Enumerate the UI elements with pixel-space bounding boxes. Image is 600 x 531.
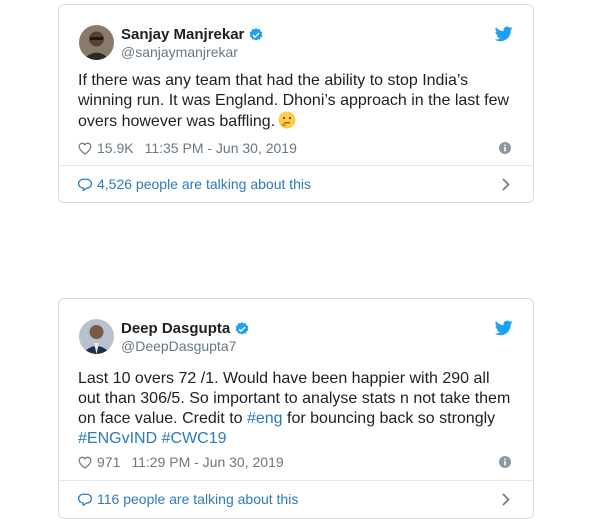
talking-count[interactable]: 116 people are talking about this <box>97 491 298 507</box>
twitter-bird-icon[interactable] <box>495 320 513 336</box>
hashtag-link[interactable]: #eng <box>247 410 283 427</box>
twitter-bird-icon[interactable] <box>495 26 513 42</box>
like-count[interactable]: 15.9K <box>97 140 134 156</box>
timestamp[interactable]: 11:35 PM - Jun 30, 2019 <box>145 140 297 156</box>
divider <box>59 480 533 481</box>
tweet-header: Sanjay Manjrekar @sanjaymanjrekar <box>59 5 533 61</box>
thinking-face-icon <box>278 111 296 135</box>
verified-badge-icon <box>235 321 249 335</box>
timestamp[interactable]: 11:29 PM - Jun 30, 2019 <box>131 454 283 470</box>
author-name[interactable]: Deep Dasgupta <box>121 320 230 337</box>
chevron-right-icon[interactable] <box>502 493 510 506</box>
tweet-card[interactable]: Deep Dasgupta @DeepDasgupta7 Last 10 ove… <box>58 298 534 519</box>
conversation-link[interactable]: 4,526 people are talking about this <box>78 176 513 192</box>
author-handle[interactable]: @DeepDasgupta7 <box>121 338 236 354</box>
info-icon[interactable] <box>499 456 511 468</box>
author-name[interactable]: Sanjay Manjrekar <box>121 26 244 43</box>
heart-icon[interactable] <box>78 456 92 469</box>
talking-count[interactable]: 4,526 people are talking about this <box>97 176 311 192</box>
avatar[interactable] <box>79 25 114 60</box>
hashtag-link[interactable]: #ENGvIND <box>78 430 157 447</box>
hashtag-link[interactable]: #CWC19 <box>162 430 227 447</box>
chevron-right-icon[interactable] <box>502 178 510 191</box>
verified-badge-icon <box>250 27 263 41</box>
avatar[interactable] <box>79 319 114 354</box>
speech-bubble-icon <box>78 493 92 506</box>
tweet-header: Deep Dasgupta @DeepDasgupta7 <box>59 299 533 355</box>
conversation-link[interactable]: 116 people are talking about this <box>78 491 513 507</box>
author-handle[interactable]: @sanjaymanjrekar <box>121 44 238 60</box>
tweet-meta: 971 11:29 PM - Jun 30, 2019 <box>78 454 284 470</box>
heart-icon[interactable] <box>78 142 92 155</box>
info-icon[interactable] <box>499 142 511 154</box>
divider <box>59 165 533 166</box>
tweet-meta: 15.9K 11:35 PM - Jun 30, 2019 <box>78 140 297 156</box>
like-count[interactable]: 971 <box>97 454 120 470</box>
speech-bubble-icon <box>78 178 92 191</box>
tweet-card[interactable]: Sanjay Manjrekar @sanjaymanjrekar If the… <box>58 4 534 203</box>
tweet-text: If there was any team that had the abili… <box>78 71 513 135</box>
tweet-text: Last 10 overs 72 /1. Would have been hap… <box>78 370 511 447</box>
